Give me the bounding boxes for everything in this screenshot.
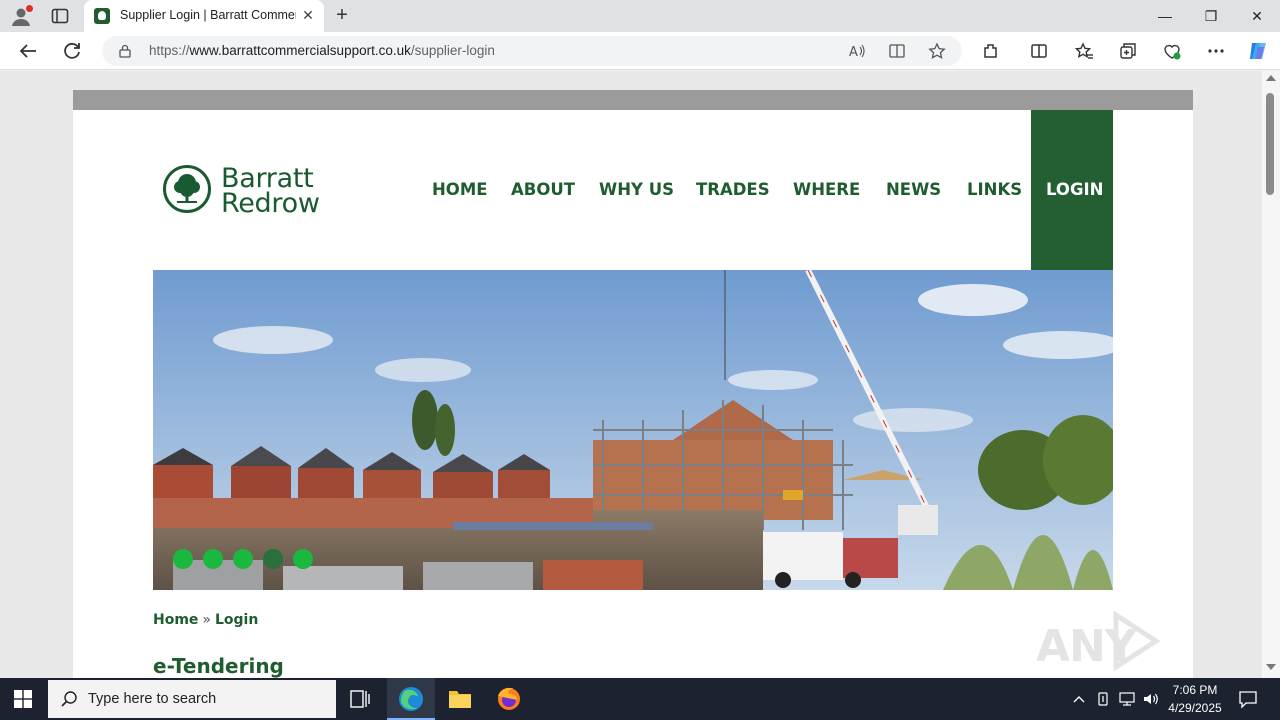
nav-login-label: LOGIN [1046, 180, 1104, 199]
immersive-reader-icon[interactable] [888, 42, 906, 60]
svg-text:A: A [849, 45, 858, 60]
page-viewport: Barratt Redrow HOME ABOUT WHY US TRADES … [0, 71, 1262, 678]
nav-where[interactable]: WHERE [793, 180, 860, 199]
taskbar-file-explorer-icon[interactable] [436, 678, 484, 720]
nav-home[interactable]: HOME [432, 180, 488, 199]
tray-usb-icon[interactable] [1094, 690, 1112, 708]
barratt-redrow-logo[interactable]: Barratt Redrow [163, 165, 333, 217]
scroll-thumb[interactable] [1266, 93, 1274, 195]
back-button[interactable] [16, 39, 40, 63]
close-tab-icon[interactable]: ✕ [300, 7, 316, 23]
new-tab-button[interactable]: + [330, 4, 354, 28]
play-logo-icon [1113, 611, 1160, 671]
favorite-star-icon[interactable] [928, 42, 946, 60]
slide-dot-3[interactable] [233, 549, 253, 569]
search-icon [60, 690, 78, 708]
tray-network-icon[interactable] [1118, 690, 1136, 708]
taskbar-firefox-icon[interactable] [485, 678, 533, 720]
breadcrumb-login[interactable]: Login [215, 612, 258, 628]
nav-trades[interactable]: TRADES [696, 180, 770, 199]
url-text[interactable]: https://www.barrattcommercialsupport.co.… [149, 43, 495, 58]
nav-links[interactable]: LINKS [967, 180, 1022, 199]
page-heading: e-Tendering [153, 654, 284, 678]
construction-site-photo [153, 270, 1113, 590]
windows-taskbar: Type here to search 7:06 PM 4/29/2025 [0, 678, 1280, 720]
nav-about[interactable]: ABOUT [511, 180, 575, 199]
extensions-icon[interactable] [981, 41, 1001, 61]
slide-dot-2[interactable] [203, 549, 223, 569]
collections-icon[interactable] [1118, 41, 1138, 61]
browser-toolbar: https://www.barrattcommercialsupport.co.… [0, 32, 1280, 70]
read-aloud-icon[interactable]: A [848, 42, 866, 60]
active-tab[interactable]: Supplier Login | Barratt Commercial Supp… [84, 0, 324, 32]
notification-dot [26, 5, 33, 12]
tab-title: Supplier Login | Barratt Commercial Supp… [120, 8, 296, 22]
breadcrumb-separator: » [202, 612, 211, 628]
more-options-icon[interactable] [1206, 41, 1226, 61]
anyrun-watermark: ANY RUN [1036, 609, 1236, 678]
nav-news[interactable]: NEWS [886, 180, 941, 199]
tree-logo-icon [163, 165, 211, 213]
close-window-button[interactable]: ✕ [1234, 0, 1280, 32]
lock-icon[interactable] [118, 44, 132, 58]
slide-dot-4[interactable] [263, 549, 283, 569]
taskbar-search-box[interactable]: Type here to search [48, 680, 336, 718]
address-bar[interactable]: https://www.barrattcommercialsupport.co.… [102, 36, 962, 66]
split-screen-icon[interactable] [1029, 41, 1049, 61]
tab-actions-icon[interactable] [50, 6, 70, 26]
logo-word-2: Redrow [221, 188, 320, 219]
restore-button[interactable]: ❐ [1188, 0, 1234, 32]
site-favicon-icon [94, 8, 110, 24]
nav-why-us[interactable]: WHY US [599, 180, 674, 199]
scroll-up-icon[interactable] [1266, 75, 1276, 81]
site-page: Barratt Redrow HOME ABOUT WHY US TRADES … [73, 110, 1193, 678]
browser-essentials-icon[interactable] [1162, 41, 1182, 61]
nav-login[interactable]: LOGIN [1031, 110, 1113, 270]
favorites-icon[interactable] [1074, 41, 1094, 61]
slide-dot-1[interactable] [173, 549, 193, 569]
copilot-icon[interactable] [1246, 39, 1270, 63]
hero-slider [153, 270, 1113, 590]
minimize-button[interactable]: — [1142, 0, 1188, 32]
breadcrumb: Home» Login [153, 612, 258, 628]
site-top-strip [73, 90, 1193, 110]
slide-dot-5[interactable] [293, 549, 313, 569]
clock-date[interactable]: 4/29/2025 [1155, 701, 1235, 715]
page-scrollbar[interactable] [1262, 71, 1280, 678]
task-view-button[interactable] [336, 678, 384, 720]
windows-start-icon[interactable] [14, 690, 32, 708]
breadcrumb-home[interactable]: Home [153, 612, 198, 628]
taskbar-edge-icon[interactable] [387, 678, 435, 720]
search-placeholder: Type here to search [88, 691, 217, 707]
profile-icon[interactable] [10, 5, 33, 27]
browser-tab-bar: Supplier Login | Barratt Commercial Supp… [0, 0, 1280, 32]
tray-chevron-up-icon[interactable] [1070, 690, 1088, 708]
notifications-icon[interactable] [1238, 689, 1258, 709]
clock-time[interactable]: 7:06 PM [1155, 683, 1235, 697]
scroll-down-icon[interactable] [1266, 664, 1276, 670]
refresh-button[interactable] [60, 39, 84, 63]
